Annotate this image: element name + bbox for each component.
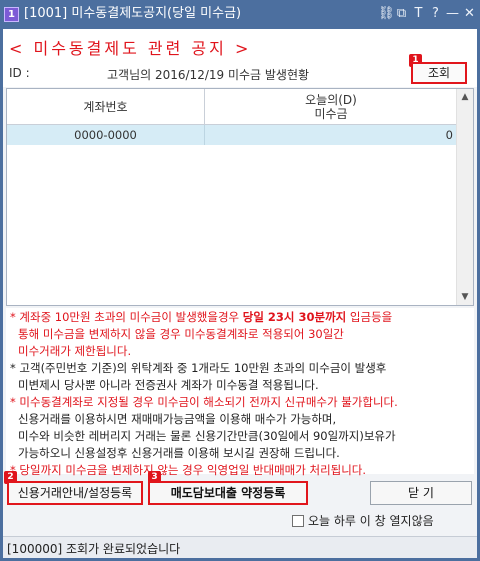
- close-icon[interactable]: ✕: [463, 5, 476, 23]
- notice-line: 미수와 비슷한 레버리지 거래는 물론 신용기간만큼(30일에서 90일까지)보…: [18, 428, 396, 445]
- account-number-cell: 0000-0000: [7, 125, 205, 145]
- column-header-receivable-line2: 미수금: [314, 107, 348, 121]
- receivables-table: 계좌번호 오늘의(D) 미수금 0000-0000 0 ▲ ▼: [6, 88, 474, 306]
- status-bar: [100000] 조회가 완료되었습니다: [3, 536, 477, 558]
- credit-trading-button[interactable]: 신용거래안내/설정등록: [7, 481, 143, 505]
- notice-text: 고객(주민번호 기준)의 위탁계좌 중 1개라도 10만원 초과의 미수금이 발…: [19, 361, 387, 375]
- bullet-marker: *: [10, 395, 16, 409]
- status-message: [100000] 조회가 완료되었습니다: [7, 542, 181, 556]
- title-bar[interactable]: 1 [1001] 미수동결제도공지(당일 미수금) ⛓ ⧉ T ? — ✕: [0, 0, 480, 29]
- status-summary: 고객님의 2016/12/19 미수금 발생현황: [107, 68, 310, 82]
- column-header-receivable[interactable]: 오늘의(D) 미수금: [205, 89, 457, 125]
- notice-text: 미수동결계좌로 지정될 경우 미수금이 해소되기 전까지 신규매수가 불가합니다…: [19, 395, 398, 409]
- column-header-receivable-line1: 오늘의(D): [305, 93, 357, 107]
- window-icon[interactable]: ⧉: [395, 5, 408, 23]
- table-header: 계좌번호 오늘의(D) 미수금: [7, 89, 457, 125]
- notice-text: 입금등을: [346, 310, 393, 324]
- query-button[interactable]: 조회: [411, 62, 467, 84]
- collateral-loan-button[interactable]: 매도담보대출 약정등록: [148, 481, 308, 505]
- table-scrollbar[interactable]: ▲ ▼: [456, 89, 473, 305]
- notice-text: 신용거래를 이용하시면 재매매가능금액을 이용해 매수가 가능하며,: [18, 412, 337, 426]
- hide-today-label[interactable]: 오늘 하루 이 창 열지않음: [308, 512, 434, 529]
- table-row[interactable]: 0000-0000 0: [7, 125, 457, 145]
- notice-text: 계좌중 10만원 초과의 미수금이 발생했을경우: [19, 310, 243, 324]
- notice-line: 통해 미수금을 변제하지 않을 경우 미수동결계좌로 적용되어 30일간: [18, 326, 344, 343]
- notice-text: 미수거래가 제한됩니다.: [18, 344, 132, 358]
- column-header-account[interactable]: 계좌번호: [7, 89, 205, 125]
- popup-window: 1 [1001] 미수동결제도공지(당일 미수금) ⛓ ⧉ T ? — ✕ < …: [0, 0, 480, 561]
- window-number-badge: 1: [4, 7, 19, 22]
- title-bar-icons: ⛓ ⧉ T ? — ✕: [378, 5, 476, 23]
- text-icon[interactable]: T: [412, 5, 425, 23]
- page-title: < 미수동결제도 관련 공지 >: [9, 39, 252, 58]
- id-label: ID :: [9, 66, 30, 80]
- notice-line: 미수거래가 제한됩니다.: [18, 343, 131, 360]
- notice-text: 가능하오니 신용설정후 신용거래를 이용해 보시길 권장해 드립니다.: [18, 446, 340, 460]
- notice-text: 통해 미수금을 변제하지 않을 경우 미수동결계좌로 적용되어 30일간: [18, 327, 344, 341]
- notice-header: < 미수동결제도 관련 공지 > ID : 고객님의 2016/12/19 미수…: [3, 29, 477, 87]
- notice-line: 미변제시 당사뿐 아니라 전증권사 계좌가 미수동결 적용됩니다.: [18, 377, 319, 394]
- notice-line: * 고객(주민번호 기준)의 위탁계좌 중 1개라도 10만원 초과의 미수금이…: [10, 360, 386, 377]
- notice-line: * 계좌중 10만원 초과의 미수금이 발생했을경우 당일 23시 30분까지 …: [10, 309, 392, 326]
- notice-text-panel: * 계좌중 10만원 초과의 미수금이 발생했을경우 당일 23시 30분까지 …: [6, 308, 474, 477]
- notice-line: * 미수동결계좌로 지정될 경우 미수금이 해소되기 전까지 신규매수가 불가합…: [10, 394, 398, 411]
- receivable-amount-cell: 0: [445, 128, 453, 142]
- notice-deadline: 당일 23시 30분까지: [242, 310, 347, 324]
- notice-text: 미수와 비슷한 레버리지 거래는 물론 신용기간만큼(30일에서 90일까지)보…: [18, 429, 396, 443]
- notice-text: 미변제시 당사뿐 아니라 전증권사 계좌가 미수동결 적용됩니다.: [18, 378, 319, 392]
- minimize-icon[interactable]: —: [446, 5, 459, 23]
- notice-line: 가능하오니 신용설정후 신용거래를 이용해 보시길 권장해 드립니다.: [18, 445, 340, 462]
- scroll-up-icon[interactable]: ▲: [457, 89, 473, 105]
- notice-text: 당일까지 미수금을 변제하지 않는 경우 익영업일 반대매매가 처리됩니다.: [19, 463, 367, 477]
- scroll-down-icon[interactable]: ▼: [457, 289, 473, 305]
- link-icon[interactable]: ⛓: [378, 5, 395, 23]
- hide-today-checkbox[interactable]: [292, 514, 304, 527]
- window-client: < 미수동결제도 관련 공지 > ID : 고객님의 2016/12/19 미수…: [3, 29, 477, 558]
- hide-today-option[interactable]: 오늘 하루 이 창 열지않음: [292, 512, 434, 529]
- notice-line: * 당일까지 미수금을 변제하지 않는 경우 익영업일 반대매매가 처리됩니다.: [10, 462, 366, 479]
- help-icon[interactable]: ?: [429, 5, 442, 23]
- window-title: [1001] 미수동결제도공지(당일 미수금): [24, 6, 242, 21]
- bullet-marker: *: [10, 361, 16, 375]
- close-button[interactable]: 닫 기: [370, 481, 472, 505]
- notice-line: 신용거래를 이용하시면 재매매가능금액을 이용해 매수가 가능하며,: [18, 411, 336, 428]
- bullet-marker: *: [10, 310, 16, 324]
